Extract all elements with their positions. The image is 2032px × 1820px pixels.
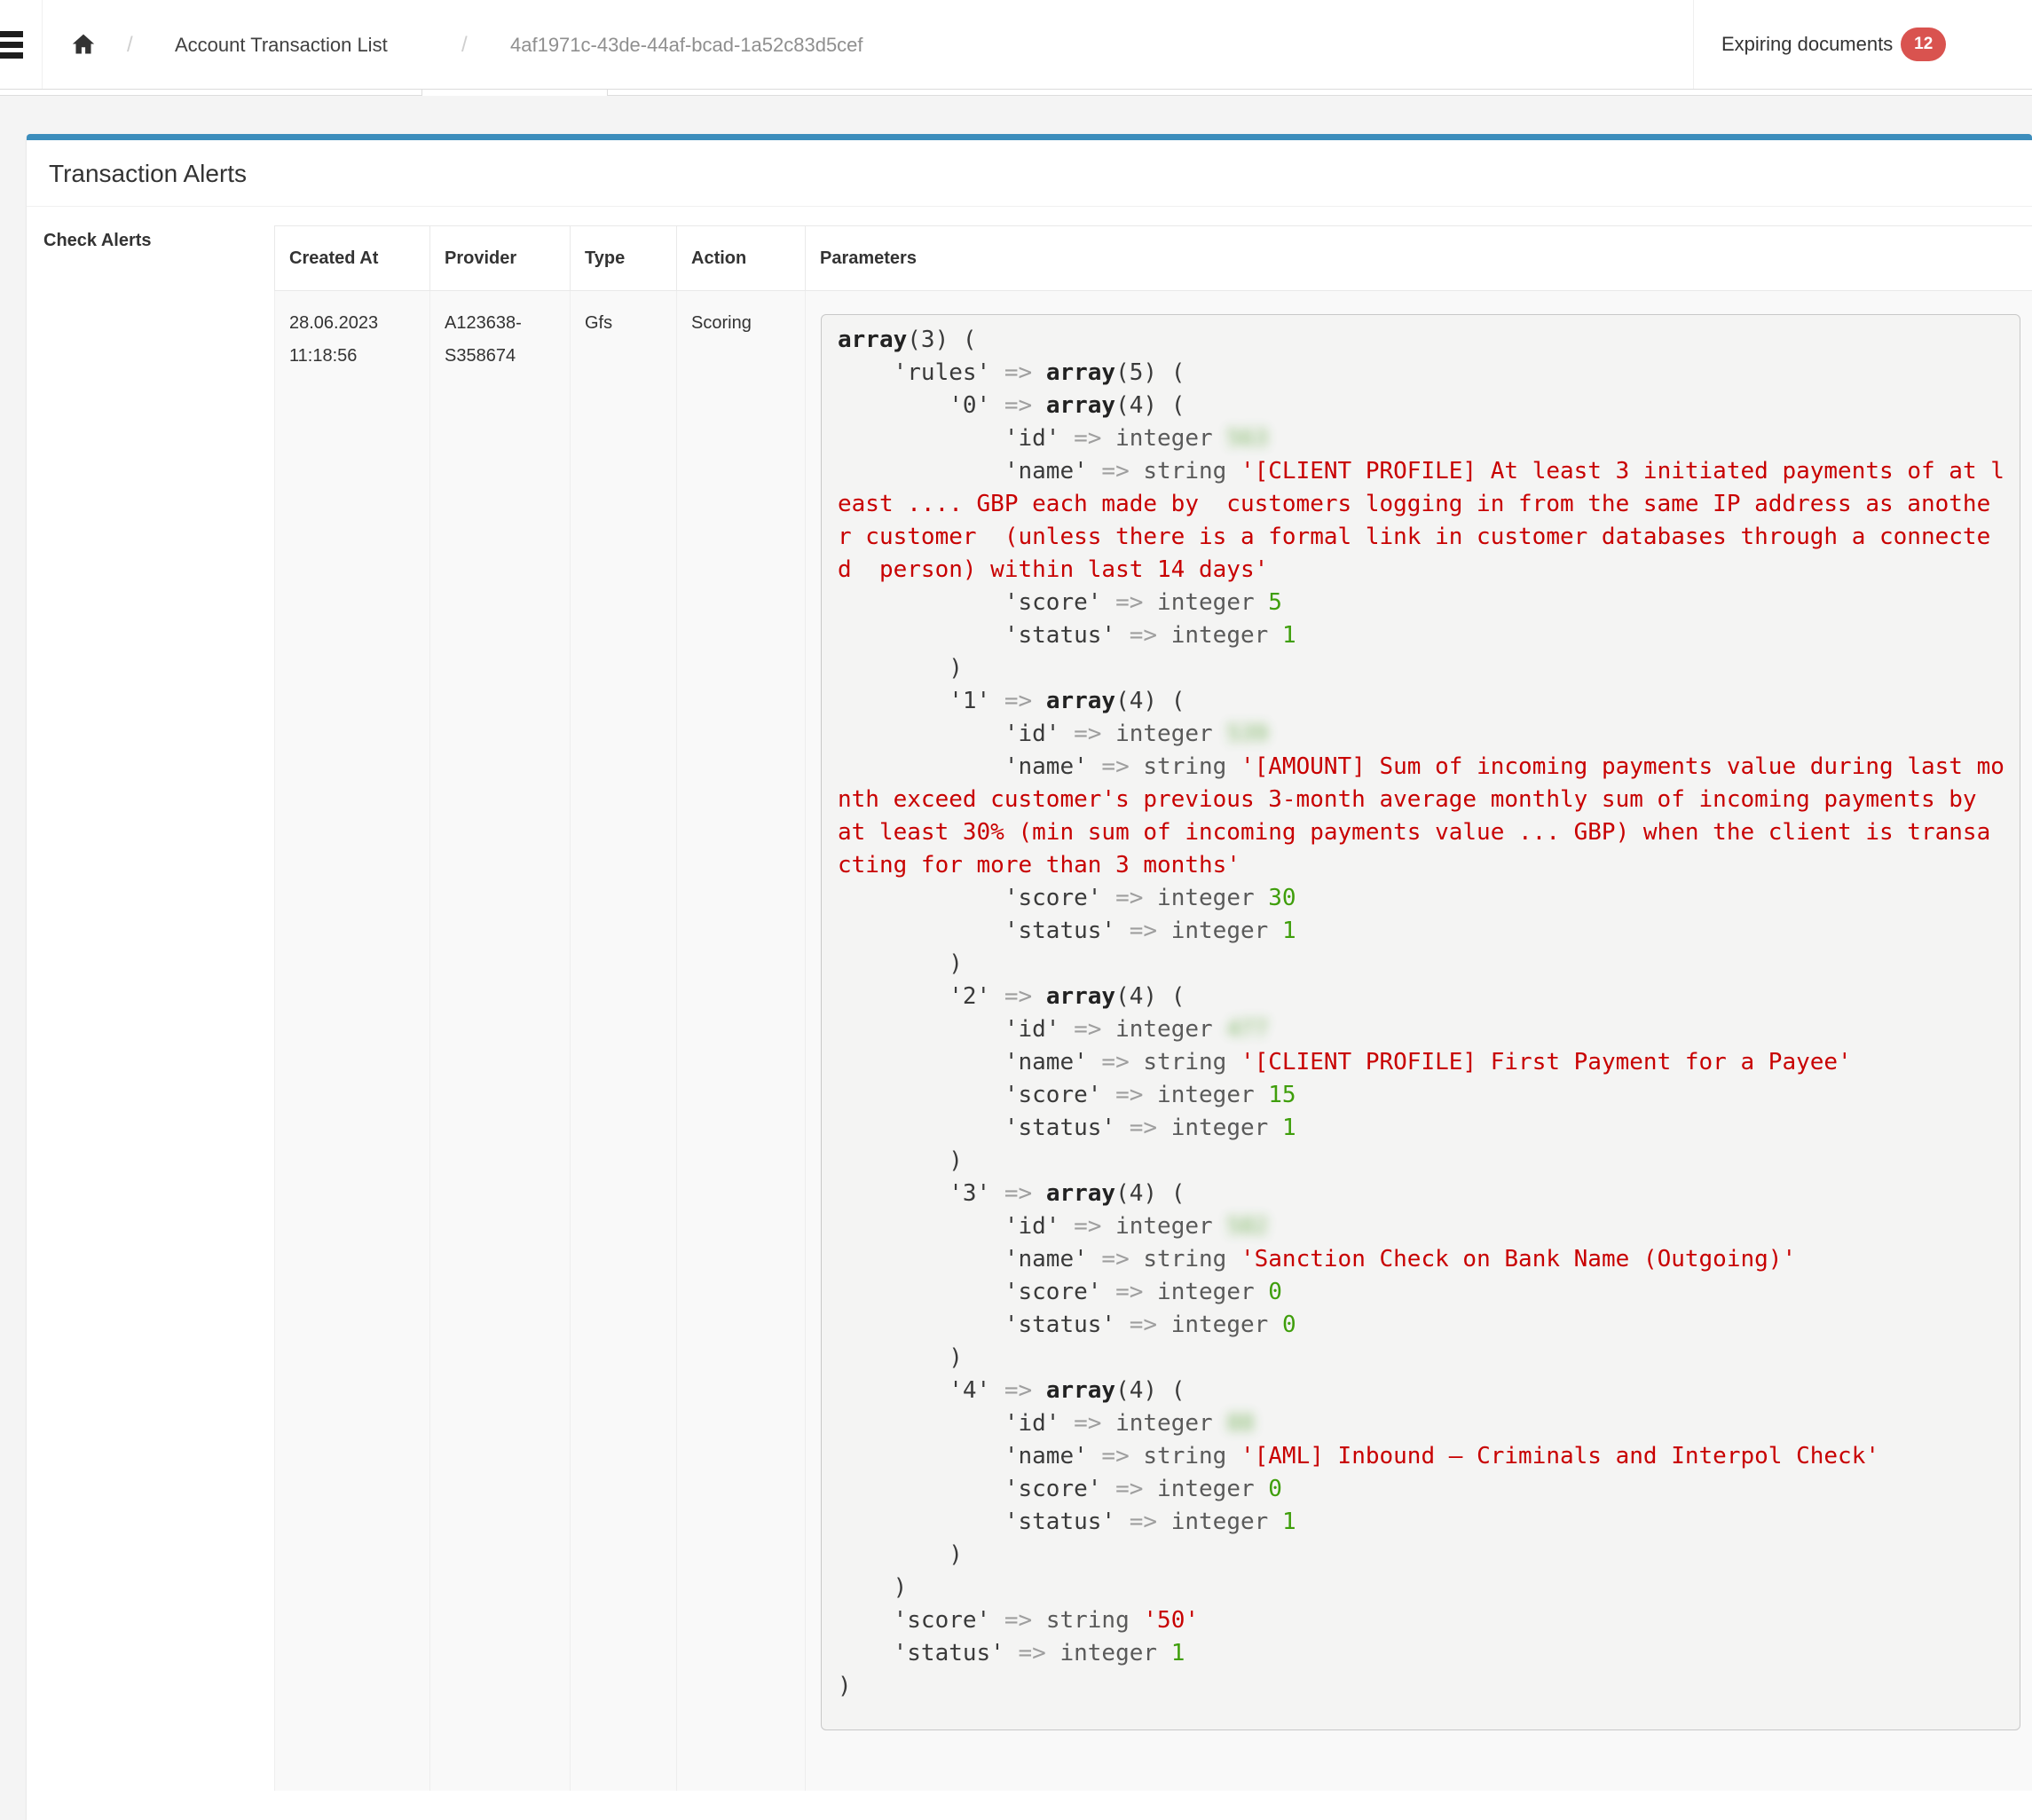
check-alerts-label: Check Alerts [43, 231, 152, 251]
column-header-type: Type [571, 226, 677, 291]
tab-strip-border-left [0, 90, 421, 96]
column-header-action: Action [677, 226, 806, 291]
panel-title: Transaction Alerts [27, 140, 2032, 207]
column-header-parameters: Parameters [806, 226, 2032, 291]
cell-parameters: array(3) ( 'rules' => array(5) ( '0' => … [806, 291, 2032, 1791]
active-tab-gap [421, 90, 608, 96]
breadcrumb-separator: / [127, 0, 133, 90]
topbar-divider [42, 0, 43, 89]
breadcrumb-transaction-uuid: 4af1971c-43de-44af-bcad-1a52c83d5cef [510, 0, 863, 90]
expiring-documents-link[interactable]: Expiring documents 12 [1693, 0, 1946, 89]
expiring-documents-count-badge: 12 [1901, 28, 1946, 61]
cell-provider: A123638-S358674 [430, 291, 571, 1791]
check-alerts-table: Created At Provider Type Action Paramete… [274, 225, 2032, 1791]
table-header-row: Created At Provider Type Action Paramete… [275, 226, 2032, 291]
cell-created-at: 28.06.2023 11:18:56 [275, 291, 430, 1791]
expiring-documents-label: Expiring documents [1721, 33, 1893, 56]
transaction-alerts-panel: Transaction Alerts Check Alerts Created … [27, 134, 2032, 1820]
tab-strip-border-right [608, 90, 2032, 96]
parameters-dump-box: array(3) ( 'rules' => array(5) ( '0' => … [821, 314, 2020, 1730]
column-header-provider: Provider [430, 226, 571, 291]
parameters-dump: array(3) ( 'rules' => array(5) ( '0' => … [838, 324, 2004, 1703]
sidebar-toggle-hamburger-icon[interactable] [0, 31, 16, 59]
breadcrumb-account-transaction-list[interactable]: Account Transaction List [175, 0, 388, 90]
top-navbar: / Account Transaction List / 4af1971c-43… [0, 0, 2032, 90]
home-icon[interactable] [71, 32, 96, 57]
column-header-created-at: Created At [275, 226, 430, 291]
tab-strip [0, 90, 2032, 96]
cell-action: Scoring [677, 291, 806, 1791]
table-row: 28.06.2023 11:18:56 A123638-S358674 Gfs … [275, 291, 2032, 1791]
breadcrumb-separator: / [461, 0, 468, 90]
cell-type: Gfs [571, 291, 677, 1791]
